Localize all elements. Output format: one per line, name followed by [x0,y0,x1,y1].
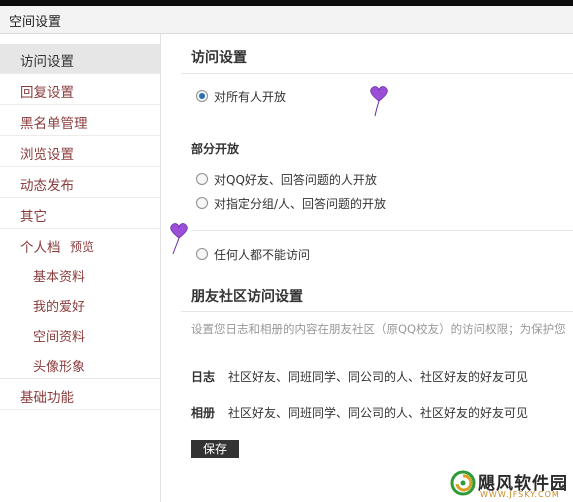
sidebar-divider [0,378,160,379]
radio-no-access[interactable] [196,248,208,260]
radio-qq-friends[interactable] [196,173,208,185]
sidebar-subitem-space-info[interactable]: 空间资料 [33,326,85,345]
radio-specified-group[interactable] [196,197,208,209]
album-visibility[interactable]: 社区好友、同班同学、同公司的人、社区好友的好友可见 [228,404,528,421]
sidebar-item-other[interactable]: 其它 [0,199,160,229]
site-watermark: 飓风软件园 WWW.JFSKY.COM [448,466,573,502]
no-access-label: 任何人都不能访问 [214,248,311,262]
community-title-divider [181,311,573,312]
access-settings-title: 访问设置 [191,50,247,66]
diary-label: 日志 [191,370,216,384]
watermark-url: WWW.JFSKY.COM [480,490,560,499]
sidebar-item-label: 浏览设置 [20,147,74,163]
qq-friends-label: 对QQ好友、回答问题的人开放 [214,173,377,187]
window-titlebar: 空间设置 [0,6,573,34]
purple-heart-icon [370,86,388,117]
partial-open-heading: 部分开放 [191,142,240,156]
sidebar-item-label: 回复设置 [20,85,74,101]
sidebar-subitem-avatar[interactable]: 头像形象 [33,356,85,375]
sidebar-item-label: 访问设置 [20,54,74,70]
album-label: 相册 [191,406,216,420]
open-all-label: 对所有人开放 [214,90,287,104]
specified-group-label: 对指定分组/人、回答问题的开放 [214,197,387,211]
sidebar-item-label: 个人档 [20,240,61,256]
diary-visibility[interactable]: 社区好友、同班同学、同公司的人、社区好友的好友可见 [228,368,528,385]
community-description: 设置您日志和相册的内容在朋友社区（原QQ校友）的访问权限；为保护您 [191,322,566,336]
sidebar-item-blacklist[interactable]: 黑名单管理 [0,106,160,136]
main-panel: 访问设置 对所有人开放 部分开放 对QQ好友、回答问题的人开放 对指定分组/人、… [161,34,573,502]
save-button[interactable]: 保存 [191,440,239,458]
purple-heart-icon [170,223,188,255]
sidebar-subitem-hobbies[interactable]: 我的爱好 [33,296,85,315]
sidebar-item-label: 黑名单管理 [20,116,88,132]
sidebar-item-label: 其它 [20,209,47,225]
swirl-logo-icon [450,470,476,496]
sidebar-item-access-settings[interactable]: 访问设置 [0,44,160,74]
options-divider [191,230,573,231]
title-divider [181,73,573,74]
sidebar-item-reply-settings[interactable]: 回复设置 [0,75,160,105]
sidebar-item-feed-publish[interactable]: 动态发布 [0,168,160,198]
sidebar-item-profile[interactable]: 个人档 预览 [0,230,160,260]
sidebar-item-label: 基础功能 [20,390,74,406]
profile-preview-link[interactable]: 预览 [70,238,94,255]
sidebar-item-browse-settings[interactable]: 浏览设置 [0,137,160,167]
radio-open-all[interactable] [196,90,208,102]
community-settings-title: 朋友社区访问设置 [191,289,303,305]
sidebar-item-basic-functions[interactable]: 基础功能 [0,380,160,410]
sidebar-item-label: 动态发布 [20,178,74,194]
sidebar-subitem-basic-info[interactable]: 基本资料 [33,266,85,285]
window-title: 空间设置 [9,15,62,30]
sidebar: 访问设置 回复设置 黑名单管理 浏览设置 动态发布 其它 个人档 预览 基本资料… [0,34,161,502]
